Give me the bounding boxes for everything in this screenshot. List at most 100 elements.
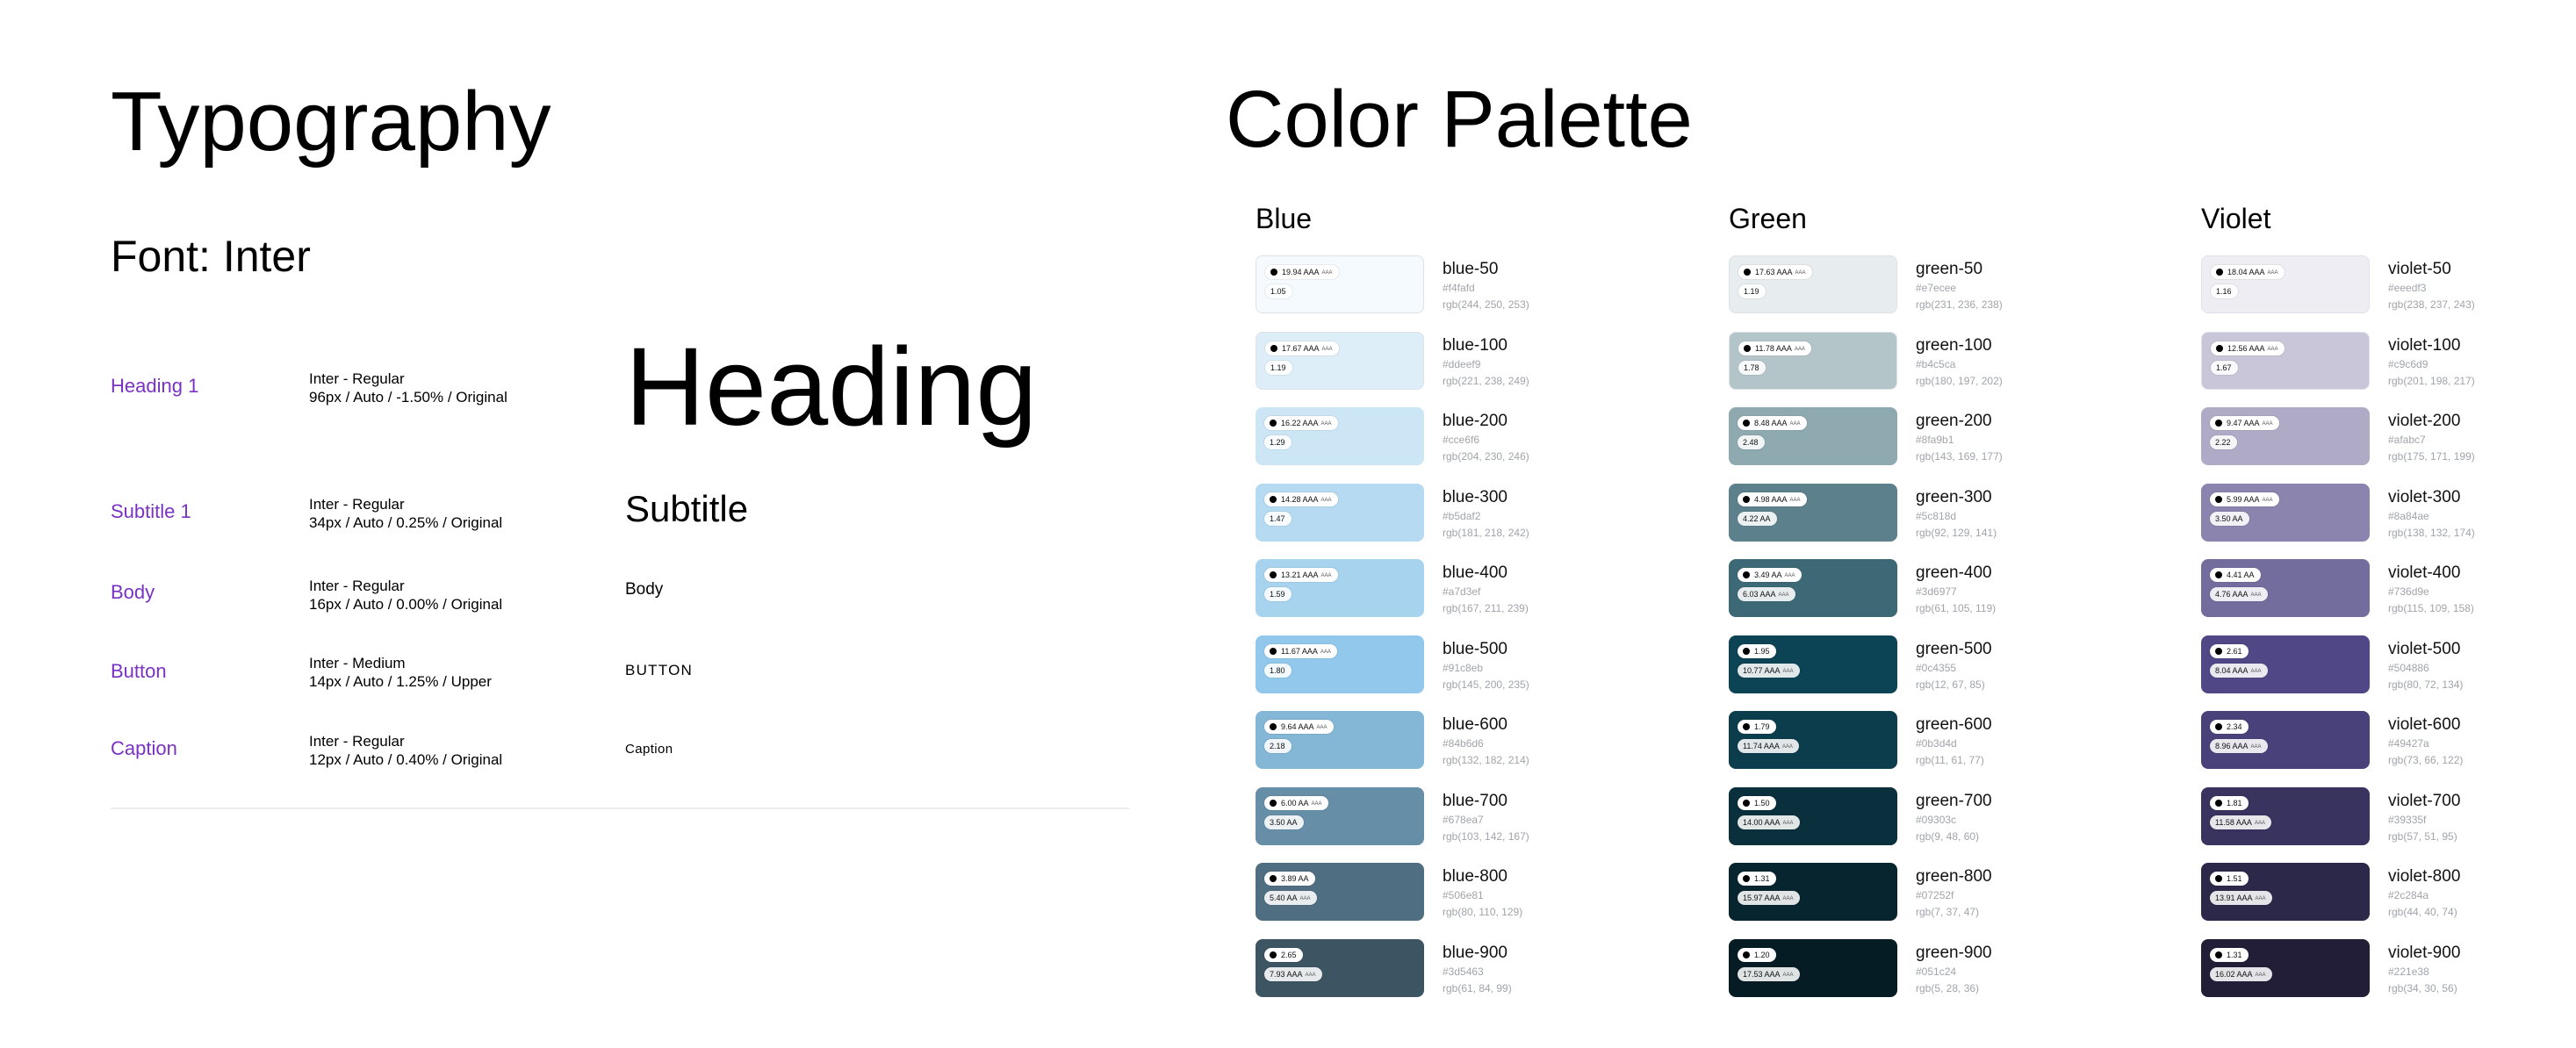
contrast-ratio: 17.53 AAA xyxy=(1743,970,1781,979)
color-name: violet-300 xyxy=(2388,488,2461,506)
color-swatch[interactable]: 2.34 8.96 AAA AAA xyxy=(2201,711,2370,769)
contrast-badge: 1.67 xyxy=(2211,361,2238,375)
color-swatch[interactable]: 11.67 AAA AAA 1.80 xyxy=(1256,635,1424,693)
color-swatch[interactable]: 1.50 14.00 AAA AAA xyxy=(1729,787,1897,845)
contrast-ratio: 13.91 AAA xyxy=(2215,894,2253,902)
contrast-dot-icon xyxy=(1270,496,1277,503)
contrast-badge: 1.16 xyxy=(2211,284,2238,298)
contrast-dot-icon xyxy=(2215,875,2222,882)
contrast-dot-icon xyxy=(1270,648,1277,655)
contrast-badge: 4.41 AA xyxy=(2210,568,2261,582)
color-swatch[interactable]: 6.00 AA AAA 3.50 AA xyxy=(1256,787,1424,845)
divider xyxy=(111,808,1129,809)
wcag-level-mark: AAA xyxy=(1321,270,1333,276)
contrast-ratio: 16.02 AAA xyxy=(2215,970,2253,979)
contrast-dot-icon xyxy=(1743,723,1750,730)
color-swatch[interactable]: 1.31 15.97 AAA AAA xyxy=(1729,863,1897,921)
contrast-dot-icon xyxy=(2215,800,2222,807)
color-rgb: rgb(132, 182, 214) xyxy=(1443,754,1529,766)
contrast-ratio: 1.78 xyxy=(1744,363,1759,372)
color-swatch[interactable]: 1.20 17.53 AAA AAA xyxy=(1729,939,1897,997)
contrast-dot-icon xyxy=(1743,648,1750,655)
contrast-ratio: 1.79 xyxy=(1754,722,1770,731)
contrast-ratio: 1.67 xyxy=(2216,363,2232,372)
wcag-level-mark: AAA xyxy=(2250,744,2262,750)
color-rgb: rgb(9, 48, 60) xyxy=(1916,830,1980,843)
spec-values: 16px / Auto / 0.00% / Original xyxy=(309,596,503,613)
color-rgb: rgb(61, 105, 119) xyxy=(1916,602,1997,614)
wcag-level-mark: AAA xyxy=(1305,973,1316,978)
color-name: green-600 xyxy=(1916,715,1992,734)
contrast-ratio: 7.93 AAA xyxy=(1270,970,1303,979)
color-swatch[interactable]: 5.99 AAA AAA 3.50 AA xyxy=(2201,484,2370,542)
color-name: blue-400 xyxy=(1443,563,1507,582)
color-hex: #84b6d6 xyxy=(1443,737,1484,750)
color-swatch[interactable]: 14.28 AAA AAA 1.47 xyxy=(1256,484,1424,542)
color-swatch[interactable]: 9.47 AAA AAA 2.22 xyxy=(2201,407,2370,465)
color-hex: #39335f xyxy=(2388,814,2427,826)
contrast-dot-icon xyxy=(1743,420,1750,427)
spec-meta-subtitle-1: Inter - Regular 34px / Auto / 0.25% / Or… xyxy=(309,495,502,532)
contrast-ratio: 11.58 AAA xyxy=(2215,818,2252,827)
color-hex: #0b3d4d xyxy=(1916,737,1957,750)
wcag-level-mark: AAA xyxy=(1320,573,1332,578)
contrast-badge: 1.29 xyxy=(1264,435,1292,449)
color-swatch[interactable]: 4.41 AA 4.76 AAA AAA xyxy=(2201,559,2370,617)
contrast-badge: 4.76 AAA AAA xyxy=(2210,587,2268,601)
contrast-badge: 13.91 AAA AAA xyxy=(2210,891,2272,905)
color-name: blue-300 xyxy=(1443,488,1507,506)
color-swatch[interactable]: 8.48 AAA AAA 2.48 xyxy=(1729,407,1897,465)
color-swatch[interactable]: 17.67 AAA AAA 1.19 xyxy=(1256,332,1424,390)
color-hex: #051c24 xyxy=(1916,965,1957,978)
color-swatch[interactable]: 17.63 AAA AAA 1.19 xyxy=(1729,255,1897,313)
color-swatch[interactable]: 1.31 16.02 AAA AAA xyxy=(2201,939,2370,997)
wcag-level-mark: AAA xyxy=(2262,421,2273,427)
color-hex: #8fa9b1 xyxy=(1916,434,1954,446)
color-swatch[interactable]: 16.22 AAA AAA 1.29 xyxy=(1256,407,1424,465)
color-swatch[interactable]: 3.89 AA 5.40 AA AAA xyxy=(1256,863,1424,921)
color-swatch[interactable]: 4.98 AAA AAA 4.22 AA xyxy=(1729,484,1897,542)
sample-subtitle: Subtitle xyxy=(625,488,749,529)
color-name: violet-700 xyxy=(2388,792,2461,810)
color-rgb: rgb(44, 40, 74) xyxy=(2388,906,2457,918)
contrast-ratio: 4.76 AAA xyxy=(2215,590,2249,599)
color-swatch[interactable]: 13.21 AAA AAA 1.59 xyxy=(1256,559,1424,617)
color-swatch[interactable]: 1.79 11.74 AAA AAA xyxy=(1729,711,1897,769)
wcag-level-mark: AAA xyxy=(1781,744,1793,750)
color-swatch[interactable]: 1.51 13.91 AAA AAA xyxy=(2201,863,2370,921)
color-swatch[interactable]: 2.61 8.04 AAA AAA xyxy=(2201,635,2370,693)
contrast-ratio: 10.77 AAA xyxy=(1743,666,1781,675)
color-swatch[interactable]: 1.81 11.58 AAA AAA xyxy=(2201,787,2370,845)
contrast-ratio: 1.31 xyxy=(1754,874,1770,883)
color-name: green-400 xyxy=(1916,563,1992,582)
color-swatch[interactable]: 12.56 AAA AAA 1.67 xyxy=(2201,332,2370,390)
contrast-badge: 1.19 xyxy=(1738,284,1766,298)
color-swatch[interactable]: 11.78 AAA AAA 1.78 xyxy=(1729,332,1897,390)
color-swatch[interactable]: 9.64 AAA AAA 2.18 xyxy=(1256,711,1424,769)
color-rgb: rgb(103, 142, 167) xyxy=(1443,830,1529,843)
contrast-ratio: 1.19 xyxy=(1744,287,1759,296)
contrast-ratio: 18.04 AAA xyxy=(2227,268,2265,276)
color-swatch[interactable]: 1.95 10.77 AAA AAA xyxy=(1729,635,1897,693)
contrast-badge: 1.19 xyxy=(1265,361,1292,375)
color-swatch[interactable]: 3.49 AA AAA 6.03 AAA AAA xyxy=(1729,559,1897,617)
contrast-badge: 1.51 xyxy=(2210,872,2249,886)
color-name: green-200 xyxy=(1916,412,1992,430)
spec-font: Inter - Medium xyxy=(309,655,406,671)
color-hex: #678ea7 xyxy=(1443,814,1484,826)
contrast-ratio: 3.50 AA xyxy=(2215,514,2243,523)
contrast-badge: 13.21 AAA AAA xyxy=(1264,568,1338,582)
contrast-ratio: 9.47 AAA xyxy=(2227,419,2260,427)
contrast-badge: 2.34 xyxy=(2210,720,2249,734)
contrast-dot-icon xyxy=(1270,800,1277,807)
color-swatch[interactable]: 19.94 AAA AAA 1.05 xyxy=(1256,255,1424,313)
contrast-badge: 3.50 AA xyxy=(1264,815,1304,829)
color-swatch[interactable]: 2.65 7.93 AAA AAA xyxy=(1256,939,1424,997)
color-swatch[interactable]: 18.04 AAA AAA 1.16 xyxy=(2201,255,2370,313)
color-name: blue-500 xyxy=(1443,640,1507,658)
color-rgb: rgb(221, 238, 249) xyxy=(1443,375,1529,387)
wcag-level-mark: AAA xyxy=(2250,592,2262,598)
color-rgb: rgb(92, 129, 141) xyxy=(1916,527,1997,539)
contrast-badge: 1.20 xyxy=(1738,948,1776,962)
color-hex: #91c8eb xyxy=(1443,662,1484,674)
